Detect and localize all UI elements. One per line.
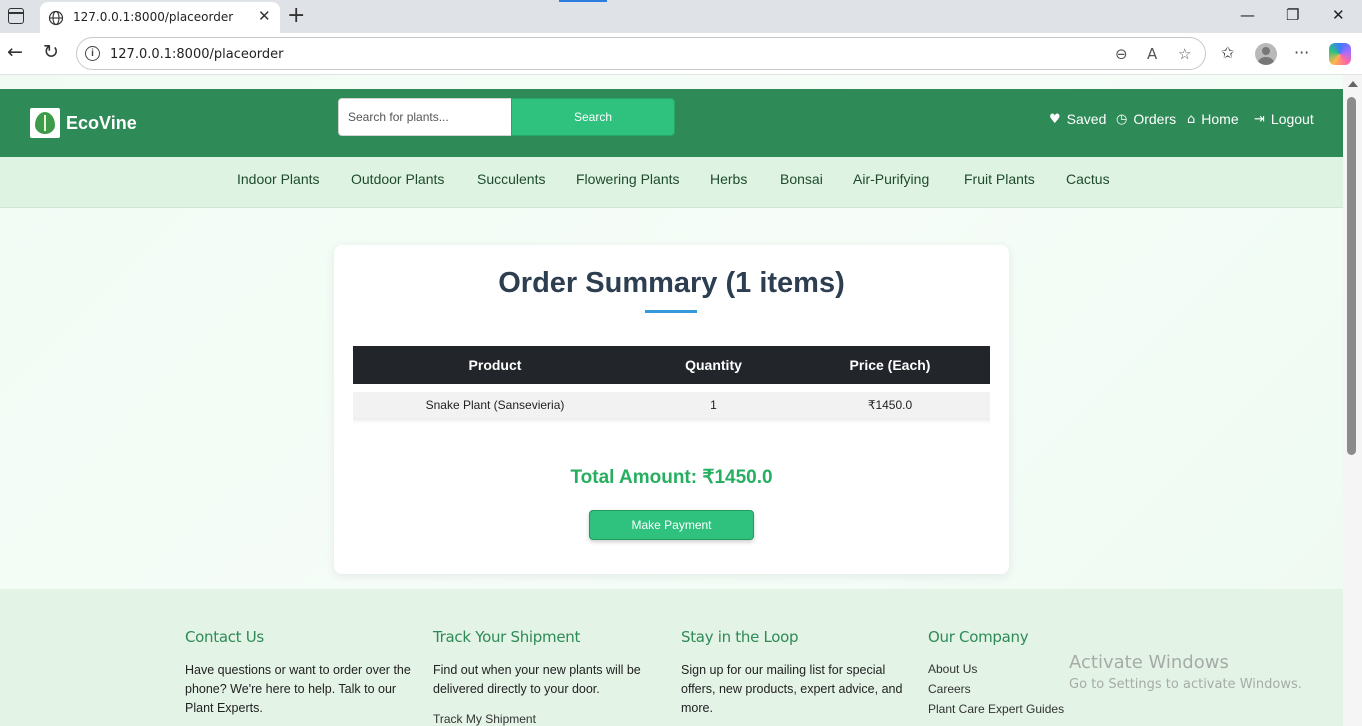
- category-indoor-plants[interactable]: Indoor Plants: [237, 171, 320, 187]
- activate-windows-text: Go to Settings to activate Windows.: [1069, 677, 1302, 692]
- category-herbs[interactable]: Herbs: [710, 171, 747, 187]
- track-shipment-link[interactable]: Track My Shipment: [433, 707, 661, 726]
- home-icon: ⌂: [1187, 111, 1196, 127]
- favorites-list-icon[interactable]: ✩: [1221, 43, 1234, 62]
- page-viewport: EcoVine Search ♥ Saved ◷ Orders ⌂ Home ⇥…: [0, 75, 1343, 726]
- cell-price: ₹1450.0: [867, 398, 913, 412]
- order-table: Product Quantity Price (Each) Snake Plan…: [353, 346, 990, 424]
- heart-icon: ♥: [1049, 111, 1061, 127]
- cell-product: Snake Plant (Sansevieria): [425, 398, 565, 412]
- scroll-up-icon[interactable]: [1348, 81, 1358, 87]
- leaf-logo-icon[interactable]: [30, 108, 60, 138]
- footer-track-text: Find out when your new plants will be de…: [433, 663, 641, 696]
- footer-contact: Contact Us Have questions or want to ord…: [185, 628, 413, 718]
- url-text: 127.0.0.1:8000/placeorder: [110, 47, 284, 62]
- nav-saved[interactable]: ♥ Saved: [1049, 111, 1106, 127]
- table-header: Product Quantity Price (Each): [353, 346, 990, 384]
- footer-contact-text: Have questions or want to order over the…: [185, 663, 411, 715]
- site-info-icon[interactable]: i: [85, 46, 100, 61]
- logout-icon: ⇥: [1254, 111, 1265, 127]
- column-price: Price (Each): [849, 357, 931, 373]
- column-quantity: Quantity: [685, 357, 742, 373]
- browser-tab-bar: 127.0.0.1:8000/placeorder ✕ + — ❐ ✕: [0, 0, 1362, 33]
- category-succulents[interactable]: Succulents: [477, 171, 545, 187]
- plant-care-guides-link[interactable]: Plant Care Expert Guides: [928, 697, 1156, 721]
- sidebar-toggle-icon[interactable]: [8, 8, 24, 24]
- nav-orders[interactable]: ◷ Orders: [1116, 111, 1176, 127]
- category-air-purifying[interactable]: Air-Purifying: [853, 171, 929, 187]
- clock-icon: ◷: [1116, 111, 1128, 127]
- new-tab-icon[interactable]: +: [287, 3, 305, 28]
- more-options-icon[interactable]: ···: [1294, 43, 1309, 62]
- nav-logout-label: Logout: [1270, 111, 1314, 127]
- footer-loop-title: Stay in the Loop: [681, 628, 799, 646]
- order-summary-card: Order Summary (1 items) Product Quantity…: [334, 245, 1009, 574]
- browser-tab[interactable]: 127.0.0.1:8000/placeorder ✕: [40, 2, 280, 33]
- footer-track: Track Your Shipment Find out when your n…: [433, 628, 661, 726]
- nav-logout[interactable]: ⇥ Logout: [1254, 111, 1314, 127]
- search-input[interactable]: [338, 98, 512, 136]
- category-bonsai[interactable]: Bonsai: [780, 171, 823, 187]
- category-bar: Indoor Plants Outdoor Plants Succulents …: [0, 157, 1343, 208]
- activate-windows-heading: Activate Windows: [1069, 652, 1229, 673]
- footer-loop: Stay in the Loop Sign up for our mailing…: [681, 628, 909, 718]
- category-fruit-plants[interactable]: Fruit Plants: [964, 171, 1035, 187]
- zoom-out-icon[interactable]: ⊖: [1115, 45, 1128, 63]
- globe-icon: [48, 10, 64, 26]
- make-payment-button[interactable]: Make Payment: [589, 510, 754, 540]
- scrollbar-thumb[interactable]: [1347, 97, 1356, 455]
- category-outdoor-plants[interactable]: Outdoor Plants: [351, 171, 444, 187]
- table-bottom-shadow: [353, 418, 990, 424]
- tab-strip-accent: [559, 0, 607, 2]
- profile-avatar-icon[interactable]: [1255, 43, 1277, 65]
- total-amount: Total Amount: ₹1450.0: [570, 467, 773, 488]
- tab-title: 127.0.0.1:8000/placeorder: [73, 10, 234, 24]
- copilot-icon[interactable]: [1329, 43, 1351, 65]
- address-bar: ← ↻ i 127.0.0.1:8000/placeorder ⊖ A ☆: [0, 33, 1362, 75]
- table-row: Snake Plant (Sansevieria) 1 ₹1450.0: [353, 392, 990, 418]
- footer-track-title: Track Your Shipment: [433, 628, 581, 646]
- footer-loop-text: Sign up for our mailing list for special…: [681, 663, 903, 715]
- minimize-icon[interactable]: —: [1240, 6, 1255, 24]
- footer-company: Our Company About Us Careers Plant Care …: [928, 628, 1156, 721]
- cell-quantity: 1: [710, 398, 717, 412]
- search-button[interactable]: Search: [511, 98, 675, 136]
- site-header: EcoVine Search ♥ Saved ◷ Orders ⌂ Home ⇥…: [0, 89, 1343, 157]
- title-underline: [645, 310, 697, 313]
- back-icon[interactable]: ←: [7, 41, 23, 63]
- order-summary-title: Order Summary (1 items): [498, 267, 845, 299]
- category-cactus[interactable]: Cactus: [1066, 171, 1110, 187]
- url-field[interactable]: i 127.0.0.1:8000/placeorder ⊖ A ☆: [76, 37, 1206, 70]
- category-flowering-plants[interactable]: Flowering Plants: [576, 171, 680, 187]
- nav-orders-label: Orders: [1133, 111, 1177, 127]
- footer-contact-title: Contact Us: [185, 628, 264, 646]
- reload-icon[interactable]: ↻: [43, 41, 59, 63]
- close-tab-icon[interactable]: ✕: [258, 7, 271, 25]
- close-window-icon[interactable]: ✕: [1332, 6, 1345, 24]
- restore-icon[interactable]: ❐: [1286, 6, 1299, 24]
- nav-saved-label: Saved: [1066, 111, 1107, 127]
- page-scrollbar[interactable]: [1343, 75, 1362, 726]
- nav-home[interactable]: ⌂ Home: [1187, 111, 1239, 127]
- read-aloud-icon[interactable]: A: [1147, 45, 1157, 63]
- footer-company-title: Our Company: [928, 628, 1029, 646]
- favorite-star-icon[interactable]: ☆: [1178, 45, 1191, 63]
- nav-home-label: Home: [1201, 111, 1239, 127]
- column-product: Product: [468, 357, 522, 373]
- brand-name[interactable]: EcoVine: [66, 113, 137, 134]
